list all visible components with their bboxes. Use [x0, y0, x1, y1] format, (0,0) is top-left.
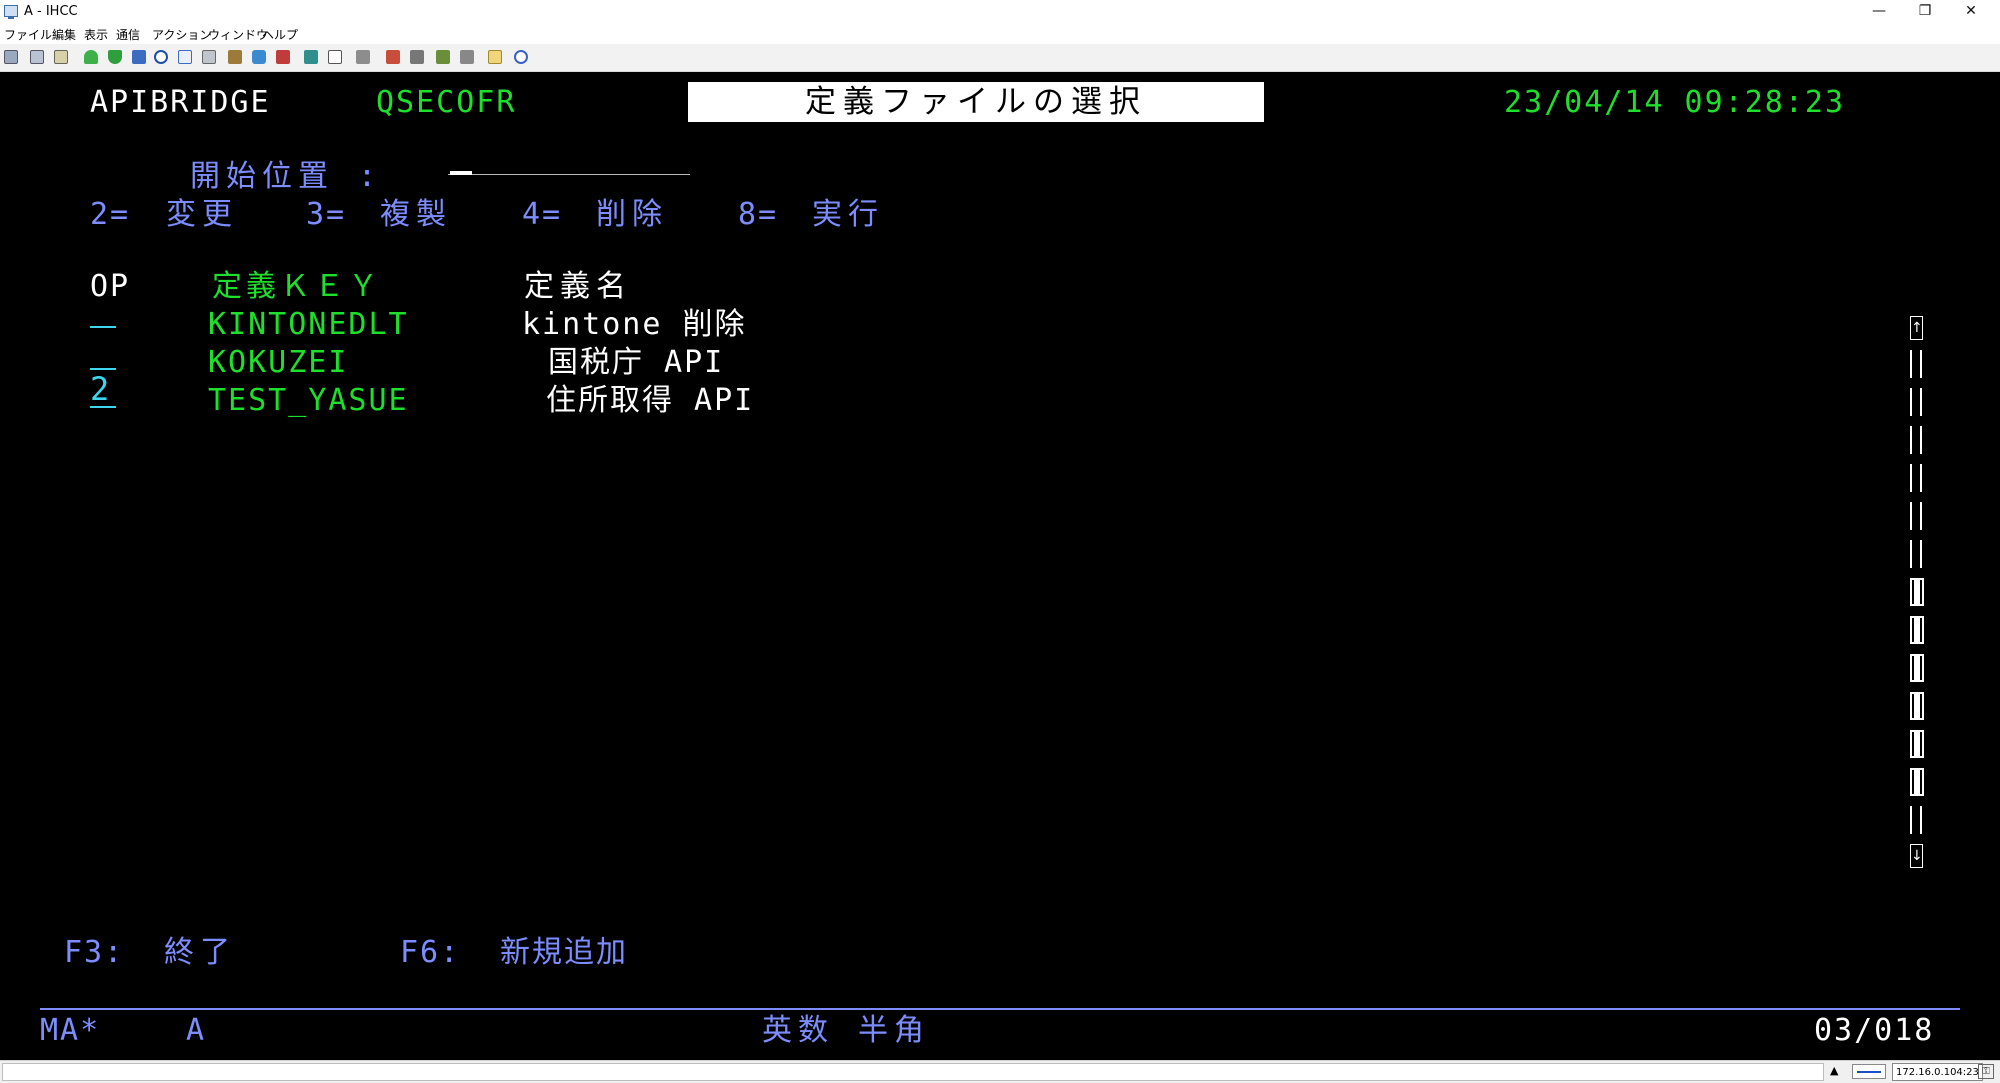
scroll-thumb[interactable]	[1910, 616, 1924, 644]
note-icon[interactable]	[488, 50, 502, 64]
menu-bar: ファイル 編集 表示 通信 アクション ウィンドウ ヘルプ	[0, 24, 2000, 44]
menu-help[interactable]: ヘルプ	[262, 26, 298, 43]
grid-icon[interactable]	[328, 50, 342, 64]
row-name: 住所取得 API	[546, 383, 755, 418]
toolbar	[0, 44, 2000, 72]
scroll-track[interactable]	[1910, 426, 1924, 454]
datetime: 23/04/14 09:28:23	[1504, 85, 1846, 120]
option-4-key: 4=	[522, 197, 563, 232]
shield-icon[interactable]	[252, 50, 266, 64]
network-icon	[1852, 1064, 1886, 1079]
upload-icon[interactable]	[84, 50, 98, 64]
menu-view[interactable]: 表示	[84, 26, 108, 43]
row-key: KOKUZEI	[208, 345, 349, 380]
close-button[interactable]: ✕	[1948, 0, 1994, 24]
row-option-field[interactable]	[90, 334, 116, 370]
menu-edit[interactable]: 編集	[52, 26, 76, 43]
menu-communication[interactable]: 通信	[116, 26, 140, 43]
column-header-key: 定義ＫＥＹ	[212, 269, 382, 304]
function-key-f6-label: 新規追加	[500, 935, 628, 970]
option-3-key: 3=	[306, 197, 347, 232]
keyboard-icon[interactable]	[304, 50, 318, 64]
download-icon[interactable]	[108, 50, 122, 64]
window-titlebar: A - IHCC — ❐ ✕	[0, 0, 2000, 24]
document-icon[interactable]	[132, 50, 146, 64]
settings-icon[interactable]	[460, 50, 474, 64]
paste-icon[interactable]	[30, 50, 44, 64]
row-option-field[interactable]: 2	[90, 372, 116, 408]
scroll-up-icon[interactable]: ▲	[1830, 1064, 1838, 1077]
package-icon[interactable]	[228, 50, 242, 64]
window-statusbar: ▲ 172.16.0.104:23 ⚿	[0, 1060, 2000, 1083]
row-key: TEST_YASUE	[208, 383, 409, 418]
copy-icon[interactable]	[4, 50, 18, 64]
scrollbar[interactable]: ↑ ↓	[1908, 316, 1928, 956]
status-ma: MA*	[40, 1013, 101, 1048]
restore-button[interactable]: ❐	[1902, 0, 1948, 24]
column-header-name: 定義名	[524, 269, 632, 304]
window-icon[interactable]	[178, 50, 192, 64]
scroll-thumb[interactable]	[1910, 692, 1924, 720]
option-2-key: 2=	[90, 197, 131, 232]
user-icon[interactable]	[410, 50, 424, 64]
user-receive-icon[interactable]	[436, 50, 450, 64]
scroll-track[interactable]	[1910, 540, 1924, 568]
row-name: kintone 削除	[522, 307, 747, 342]
menu-file[interactable]: ファイル	[4, 26, 52, 43]
menu-window[interactable]: ウィンドウ	[208, 26, 268, 43]
page-title: 定義ファイルの選択	[688, 82, 1264, 122]
scroll-thumb[interactable]	[1910, 578, 1924, 606]
status-input-mode: 英数 半角	[762, 1013, 931, 1048]
status-message-field	[2, 1063, 1824, 1081]
function-key-f6[interactable]: F6:	[400, 938, 460, 968]
terminal-screen[interactable]: APIBRIDGE QSECOFR 定義ファイルの選択 23/04/14 09:…	[0, 72, 2000, 1060]
status-session: A	[186, 1013, 207, 1048]
scroll-down-arrow-icon[interactable]: ↓	[1910, 844, 1923, 868]
scroll-thumb[interactable]	[1910, 768, 1924, 796]
status-cursor-position: 03/018	[1814, 1013, 1935, 1048]
option-2-label: 変更	[166, 197, 238, 232]
option-8-key: 8=	[738, 197, 779, 232]
window-title: A - IHCC	[24, 4, 78, 19]
help-icon[interactable]	[514, 50, 528, 64]
scroll-track[interactable]	[1910, 502, 1924, 530]
function-key-f3-label: 終了	[164, 935, 236, 970]
scroll-up-arrow-icon[interactable]: ↑	[1910, 316, 1923, 340]
user-name: QSECOFR	[376, 85, 517, 120]
record-icon[interactable]	[276, 50, 290, 64]
scroll-track[interactable]	[1910, 464, 1924, 492]
user-send-icon[interactable]	[386, 50, 400, 64]
menu-action[interactable]: アクション	[152, 26, 211, 43]
scroll-thumb[interactable]	[1910, 730, 1924, 758]
option-8-label: 実行	[812, 197, 884, 232]
terminal-app-icon	[4, 5, 18, 19]
start-position-label: 開始位置 :	[190, 159, 383, 194]
scroll-track[interactable]	[1910, 806, 1924, 834]
option-3-label: 複製	[380, 197, 452, 232]
clipboard-icon[interactable]	[54, 50, 68, 64]
row-option-field[interactable]	[90, 292, 116, 328]
status-separator	[40, 1008, 1960, 1010]
scroll-track[interactable]	[1910, 388, 1924, 416]
connection-address: 172.16.0.104:23	[1892, 1063, 1983, 1081]
tools-icon[interactable]	[356, 50, 370, 64]
system-name: APIBRIDGE	[90, 85, 271, 120]
row-name: 国税庁 API	[548, 345, 725, 380]
printer-icon[interactable]	[202, 50, 216, 64]
minimize-button[interactable]: —	[1856, 0, 1902, 24]
function-key-f3[interactable]: F3:	[64, 938, 124, 968]
stopwatch-icon[interactable]	[154, 50, 168, 64]
row-key: KINTONEDLT	[208, 307, 409, 342]
option-4-label: 削除	[596, 197, 668, 232]
start-position-input[interactable]	[448, 142, 690, 175]
scroll-thumb[interactable]	[1910, 654, 1924, 682]
text-cursor	[450, 171, 472, 175]
lock-icon: ⚿	[1978, 1064, 1994, 1079]
scroll-track[interactable]	[1910, 350, 1924, 378]
